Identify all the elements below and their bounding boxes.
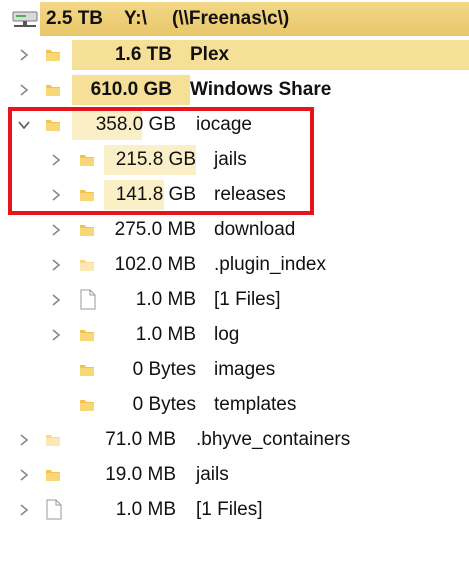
- folder-icon: [80, 400, 94, 411]
- folder-size: 275.0 MB: [114, 219, 196, 240]
- folder-icon: [80, 330, 94, 341]
- tree-row[interactable]: 0 Bytes images: [0, 353, 469, 387]
- folder-size: 0 Bytes: [132, 394, 196, 415]
- tree-row[interactable]: 0 Bytes templates: [0, 388, 469, 422]
- folder-name: log: [214, 324, 240, 345]
- chevron-right-icon[interactable]: [14, 38, 34, 72]
- folder-size: 102.0 MB: [114, 254, 196, 275]
- folder-size: 1.0 MB: [135, 324, 196, 345]
- tree-row[interactable]: 275.0 MB download: [0, 213, 469, 247]
- folder-icon: [46, 85, 60, 96]
- folder-name: Windows Share: [190, 79, 332, 100]
- root-size: 2.5 TB: [46, 8, 104, 29]
- file-icon: [80, 289, 96, 310]
- file-size: 1.0 MB: [115, 499, 176, 520]
- folder-name: images: [214, 359, 276, 380]
- tree-row-root[interactable]: 2.5 TB Y:\ (\\Freenas\c\): [0, 2, 469, 36]
- folder-name: jails: [196, 464, 229, 485]
- root-drive-letter: Y:\: [124, 8, 147, 29]
- folder-name: templates: [214, 394, 297, 415]
- tree-row[interactable]: 1.0 MB log: [0, 318, 469, 352]
- network-drive-icon: [12, 11, 38, 27]
- folder-name: .plugin_index: [214, 254, 326, 275]
- chevron-right-icon[interactable]: [14, 423, 34, 457]
- file-size: 1.0 MB: [135, 289, 196, 310]
- folder-icon: [46, 50, 60, 61]
- folder-icon: [46, 470, 60, 481]
- folder-size: 1.6 TB: [114, 44, 172, 65]
- folder-size: 71.0 MB: [105, 429, 176, 450]
- tree-row[interactable]: 71.0 MB .bhyve_containers: [0, 423, 469, 457]
- annotation-highlight-box: [8, 107, 314, 215]
- tree-row[interactable]: 19.0 MB jails: [0, 458, 469, 492]
- folder-size: 610.0 GB: [90, 79, 172, 100]
- folder-icon: [80, 225, 94, 236]
- chevron-right-icon[interactable]: [46, 213, 66, 247]
- chevron-right-icon[interactable]: [46, 318, 66, 352]
- folder-icon: [80, 260, 94, 271]
- chevron-right-icon[interactable]: [14, 458, 34, 492]
- file-name: [1 Files]: [196, 499, 263, 520]
- folder-icon: [46, 435, 60, 446]
- tree-row[interactable]: 1.0 MB [1 Files]: [0, 493, 469, 527]
- tree-row[interactable]: 610.0 GB Windows Share: [0, 73, 469, 107]
- chevron-right-icon[interactable]: [14, 493, 34, 527]
- folder-name: download: [214, 219, 296, 240]
- folder-name: Plex: [190, 44, 230, 65]
- folder-size: 19.0 MB: [105, 464, 176, 485]
- file-icon: [46, 499, 62, 520]
- folder-size: 0 Bytes: [132, 359, 196, 380]
- chevron-right-icon[interactable]: [46, 248, 66, 282]
- root-network-path: (\\Freenas\c\): [172, 8, 290, 29]
- folder-icon: [80, 365, 94, 376]
- file-name: [1 Files]: [214, 289, 281, 310]
- folder-name: .bhyve_containers: [196, 429, 351, 450]
- chevron-right-icon[interactable]: [46, 283, 66, 317]
- tree-row[interactable]: 1.6 TB Plex: [0, 38, 469, 72]
- tree-row[interactable]: 1.0 MB [1 Files]: [0, 283, 469, 317]
- chevron-right-icon[interactable]: [14, 73, 34, 107]
- tree-row[interactable]: 102.0 MB .plugin_index: [0, 248, 469, 282]
